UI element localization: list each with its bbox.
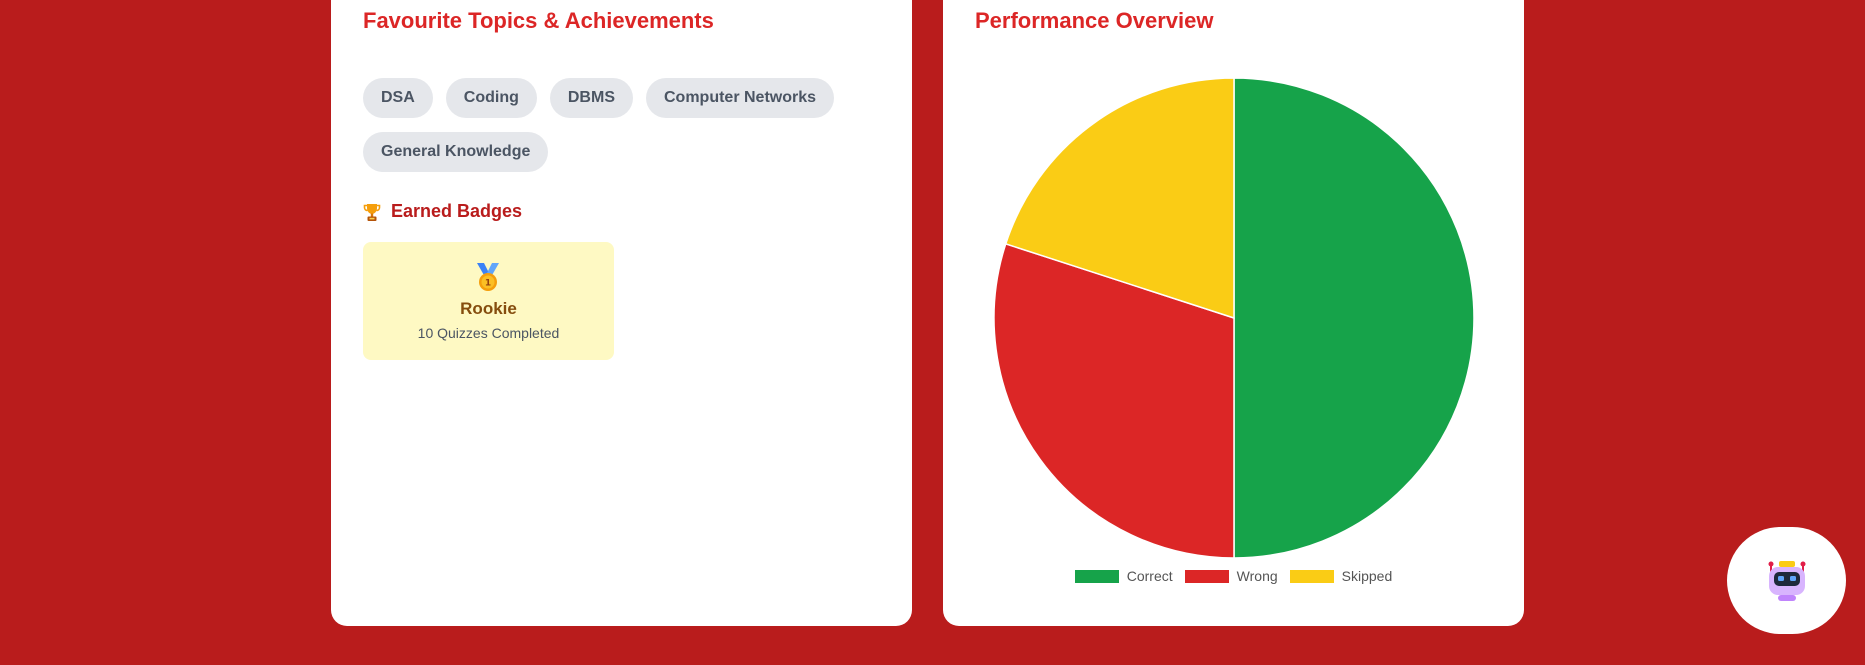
badge-card-rookie: 1 Rookie 10 Quizzes Completed <box>363 242 614 360</box>
pie-legend: Correct Wrong Skipped <box>943 568 1524 584</box>
legend-item-wrong[interactable]: Wrong <box>1184 568 1278 584</box>
pie-slice-correct <box>1233 77 1475 559</box>
legend-label: Skipped <box>1341 568 1393 584</box>
earned-badges-label: Earned Badges <box>391 201 523 221</box>
badge-description: 10 Quizzes Completed <box>417 325 560 341</box>
topics-title: Favourite Topics & Achievements <box>363 8 714 33</box>
legend-swatch <box>1074 569 1119 583</box>
legend-item-correct[interactable]: Correct <box>1074 568 1173 584</box>
legend-label: Wrong <box>1236 568 1278 584</box>
legend-item-skipped[interactable]: Skipped <box>1289 568 1393 584</box>
topics-achievements-card: Favourite Topics & Achievements DSA Codi… <box>331 0 912 626</box>
topic-chip-dsa[interactable]: DSA <box>363 78 433 118</box>
badge-name: Rookie <box>460 299 517 318</box>
robot-icon <box>1768 561 1806 601</box>
legend-label: Correct <box>1126 568 1173 584</box>
legend-swatch <box>1184 569 1229 583</box>
topic-chip-coding[interactable]: Coding <box>445 78 537 118</box>
medal-number: 1 <box>485 279 491 289</box>
legend-swatch <box>1289 569 1334 583</box>
earned-badges-heading: Earned Badges <box>363 201 522 222</box>
topic-chip-computer-networks[interactable]: Computer Networks <box>645 78 835 118</box>
topic-chip-dbms[interactable]: DBMS <box>549 78 633 118</box>
topic-chips: DSA Coding DBMS Computer Networks Genera… <box>363 78 883 172</box>
chatbot-button[interactable] <box>1727 527 1846 634</box>
performance-overview-card: Performance Overview Correct Wrong Skipped <box>943 0 1524 626</box>
trophy-icon <box>363 202 381 222</box>
performance-pie-chart <box>993 77 1475 559</box>
topic-chip-general-knowledge[interactable]: General Knowledge <box>363 132 549 172</box>
medal-first-place-icon: 1 <box>473 262 503 297</box>
